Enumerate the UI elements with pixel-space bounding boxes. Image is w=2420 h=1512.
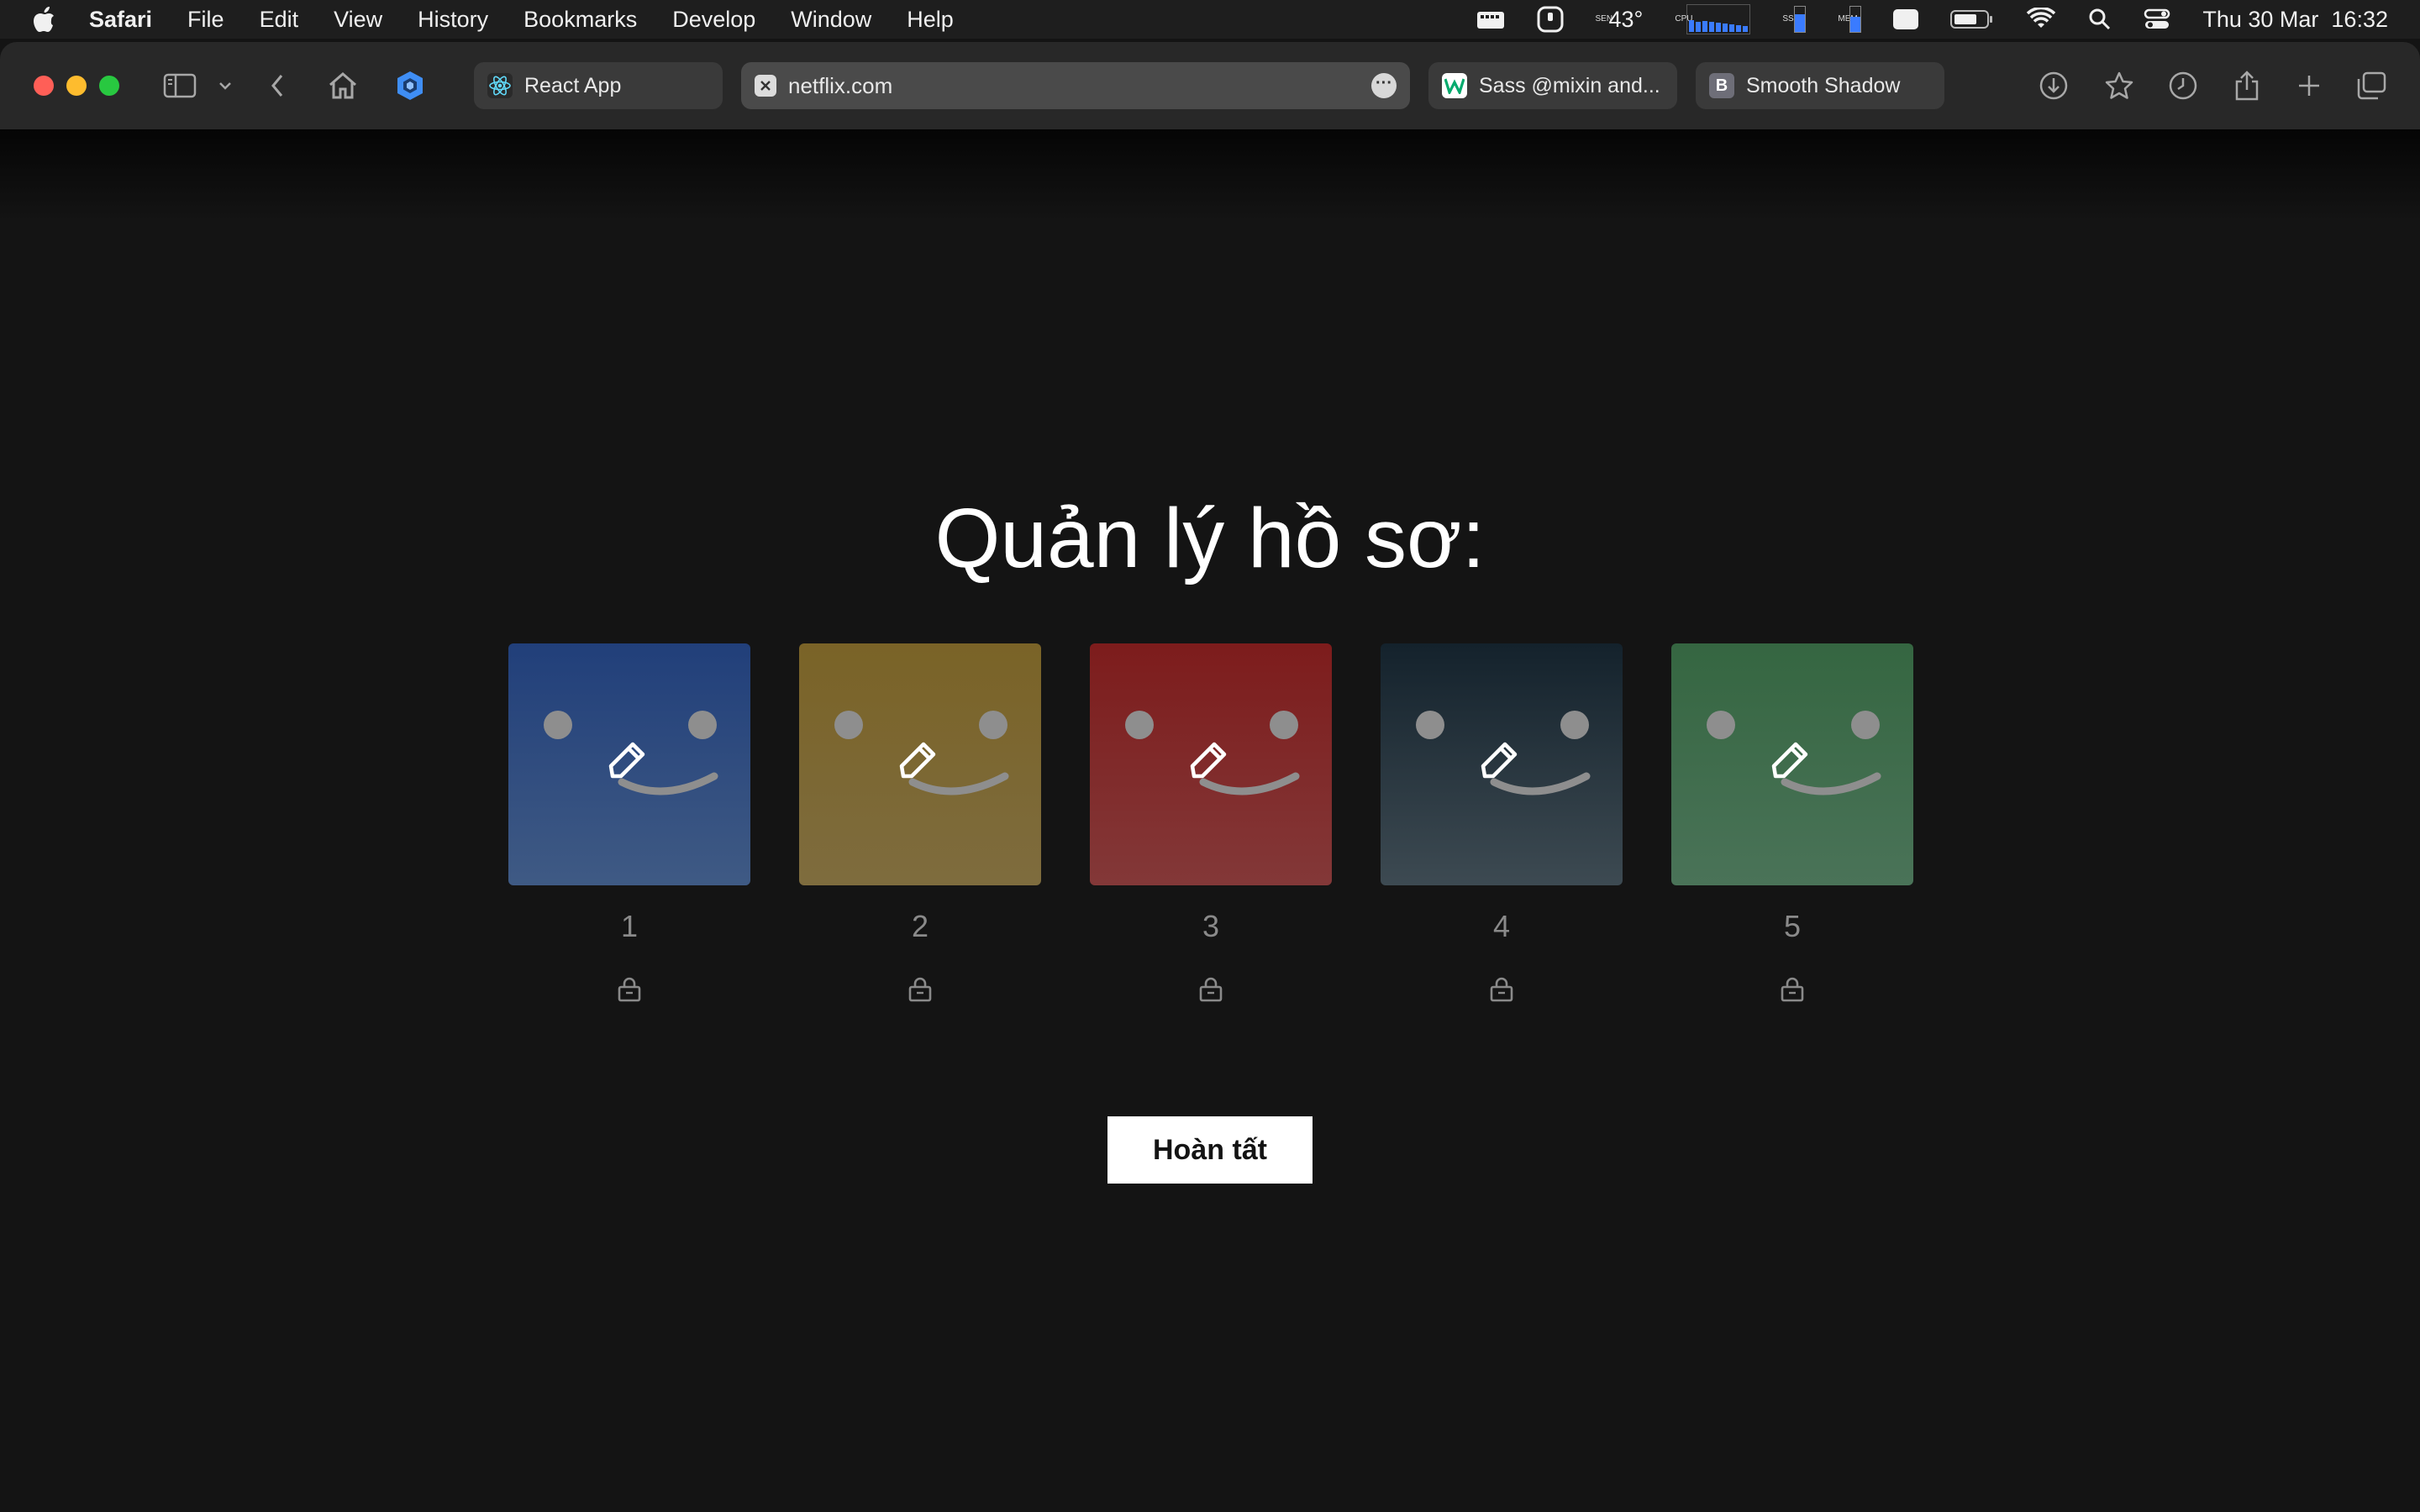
window-zoom-button[interactable] xyxy=(99,76,119,96)
apple-logo-icon[interactable] xyxy=(32,5,57,34)
profile-avatar-edit[interactable] xyxy=(1090,643,1332,885)
screen-capture-icon[interactable] xyxy=(1476,8,1505,30)
profile-item: 3 xyxy=(1090,643,1334,1003)
home-icon[interactable] xyxy=(326,69,360,102)
tab-title: Smooth Shadow xyxy=(1746,73,1901,97)
profile-avatar-edit[interactable] xyxy=(1671,643,1913,885)
menu-window[interactable]: Window xyxy=(791,7,871,33)
pencil-edit-icon xyxy=(1190,742,1227,779)
back-button-icon[interactable] xyxy=(260,69,294,102)
clock[interactable]: Thu 30 Mar 16:32 xyxy=(2202,7,2388,33)
profile-avatar-edit[interactable] xyxy=(508,643,750,885)
menu-history[interactable]: History xyxy=(418,7,488,33)
cpu-graph xyxy=(1686,4,1751,34)
react-icon xyxy=(487,73,513,98)
profile-lock[interactable] xyxy=(1671,976,1913,1003)
menu-help[interactable]: Help xyxy=(907,7,954,33)
tab-smooth-shadow[interactable]: B Smooth Shadow xyxy=(1696,62,1944,109)
manage-profiles-page: Quản lý hồ sơ: 1 2 3 4 5 Hoàn tất xyxy=(0,129,2420,1512)
profile-name: 5 xyxy=(1783,909,1802,943)
pencil-edit-icon xyxy=(1771,742,1808,779)
menu-file[interactable]: File xyxy=(187,7,224,33)
menu-view[interactable]: View xyxy=(334,7,382,33)
lock-icon xyxy=(1490,977,1513,1002)
profile-lock[interactable] xyxy=(1090,976,1332,1003)
smooth-shadow-favicon: B xyxy=(1709,73,1734,98)
profile-lock[interactable] xyxy=(1381,976,1623,1003)
pencil-edit-icon xyxy=(608,742,645,779)
cpu-monitor[interactable]: CPU xyxy=(1675,4,1751,34)
ssd-monitor[interactable]: SSD xyxy=(1782,6,1807,33)
mem-label: MEM xyxy=(1838,14,1858,24)
page-menu-ellipsis-icon[interactable]: ··· xyxy=(1371,73,1397,98)
profile-lock[interactable] xyxy=(508,976,750,1003)
sidebar-toggle-icon[interactable] xyxy=(163,69,197,102)
profile-lock[interactable] xyxy=(799,976,1041,1003)
menu-bookmarks[interactable]: Bookmarks xyxy=(523,7,637,33)
w3-icon xyxy=(1442,73,1467,98)
browser-toolbar: React App netflix.com ··· Sass @mixin an… xyxy=(0,42,2420,129)
lock-icon xyxy=(1781,977,1804,1002)
memory-monitor[interactable]: MEM xyxy=(1838,6,1862,33)
pencil-edit-icon xyxy=(1481,742,1518,779)
profile-name: 4 xyxy=(1492,909,1511,943)
pencil-edit-icon xyxy=(899,742,936,779)
control-center-icon[interactable] xyxy=(2144,8,2170,31)
lock-icon xyxy=(1199,977,1223,1002)
mem-gauge xyxy=(1849,6,1862,33)
done-button[interactable]: Hoàn tất xyxy=(1107,1116,1313,1184)
window-minimize-button[interactable] xyxy=(66,76,87,96)
chevron-down-icon[interactable] xyxy=(210,69,240,102)
menu-edit[interactable]: Edit xyxy=(260,7,299,33)
tab-title: Sass @mixin and... xyxy=(1479,73,1660,97)
history-clock-icon[interactable] xyxy=(2166,69,2200,102)
profile-name: 2 xyxy=(911,909,929,943)
close-tab-icon[interactable] xyxy=(755,75,776,97)
temp-label: SEN xyxy=(1595,14,1613,24)
new-tab-plus-icon[interactable] xyxy=(2292,69,2326,102)
tab-title: React App xyxy=(524,73,622,97)
profile-item: 5 xyxy=(1671,643,1915,1003)
address-bar-url[interactable]: netflix.com xyxy=(788,73,892,99)
menu-app-safari[interactable]: Safari xyxy=(89,7,152,33)
lock-icon xyxy=(618,977,641,1002)
bookmark-star-icon[interactable] xyxy=(2102,69,2136,102)
battery-icon[interactable] xyxy=(1950,8,1994,30)
tab-netflix-address-bar[interactable]: netflix.com ··· xyxy=(741,62,1410,109)
profile-name: 1 xyxy=(620,909,639,943)
profile-avatar-edit[interactable] xyxy=(799,643,1041,885)
extension-hexagon-icon[interactable] xyxy=(393,69,427,102)
profile-item: 4 xyxy=(1381,643,1624,1003)
lock-icon xyxy=(908,977,932,1002)
input-source-indicator[interactable]: A xyxy=(1893,8,1919,29)
share-icon[interactable] xyxy=(2230,69,2264,102)
tab-react-app[interactable]: React App xyxy=(474,62,723,109)
cpu-label: CPU xyxy=(1675,14,1693,24)
sensor-temperature[interactable]: SEN 43° xyxy=(1596,7,1644,33)
profile-item: 2 xyxy=(799,643,1043,1003)
profile-avatar-edit[interactable] xyxy=(1381,643,1623,885)
window-close-button[interactable] xyxy=(34,76,54,96)
ssd-label: SSD xyxy=(1782,14,1800,24)
profile-item: 1 xyxy=(508,643,752,1003)
spotlight-search-icon[interactable] xyxy=(2088,8,2112,31)
temperature-value: 43° xyxy=(1608,6,1644,32)
menu-bar: Safari File Edit View History Bookmarks … xyxy=(0,0,2420,39)
downloads-icon[interactable] xyxy=(2037,69,2070,102)
tab-overview-icon[interactable] xyxy=(2354,69,2388,102)
tab-sass-mixin[interactable]: Sass @mixin and... xyxy=(1428,62,1677,109)
ssd-gauge xyxy=(1794,6,1807,33)
page-title: Quản lý hồ sơ: xyxy=(934,491,1486,585)
status-area: SEN 43° CPU SSD MEM A Thu 30 Mar 16:32 xyxy=(1476,0,2420,39)
profile-name: 3 xyxy=(1202,909,1220,943)
wifi-icon[interactable] xyxy=(2026,8,2056,31)
rounded-square-icon[interactable] xyxy=(1537,6,1564,33)
menu-develop[interactable]: Develop xyxy=(672,7,755,33)
